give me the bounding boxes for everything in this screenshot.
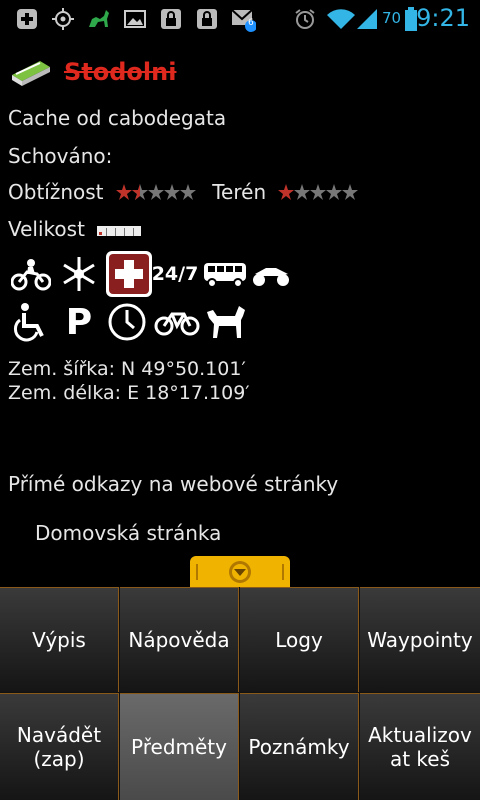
- menu-item-logy[interactable]: Logy: [240, 587, 359, 692]
- snowflake-icon: [58, 253, 100, 295]
- star-icon: [179, 183, 196, 200]
- difficulty-stars: [115, 182, 196, 206]
- home-link[interactable]: Domovská stránka: [35, 521, 221, 545]
- longitude-line: Zem. délka: E 18°17.109′: [8, 382, 250, 404]
- gps-icon: [50, 6, 76, 32]
- star-icon: [115, 183, 132, 200]
- size-indicator: [97, 219, 143, 243]
- star-icon: [147, 183, 164, 200]
- motorcycle-icon: [10, 253, 52, 295]
- menu-handle[interactable]: [190, 556, 290, 588]
- links-heading: Přímé odkazy na webové stránky: [8, 472, 339, 496]
- battery-level: 70: [382, 9, 402, 27]
- status-bar: 6 70 9:21: [0, 0, 480, 38]
- star-icon: [278, 183, 295, 200]
- star-icon: [310, 183, 327, 200]
- alarm-icon: [292, 6, 318, 32]
- menu-item-navadet[interactable]: Navádět (zap): [0, 693, 119, 800]
- animal-icon: [86, 6, 112, 32]
- menu-item-napoveda[interactable]: Nápověda: [120, 587, 239, 692]
- owner-line: Cache od cabodegata: [8, 106, 227, 130]
- difficulty-terrain-row: Obtížnost Terén: [8, 180, 359, 206]
- difficulty-label: Obtížnost: [8, 180, 104, 204]
- bicycle-icon: [154, 301, 200, 343]
- menu-item-poznamky[interactable]: Poznámky: [240, 693, 359, 800]
- lock-icon: [158, 6, 184, 32]
- chevron-down-icon: [196, 561, 284, 583]
- menu-item-vypis[interactable]: Výpis: [0, 587, 119, 692]
- star-icon: [342, 183, 359, 200]
- 24-7-icon: 24/7: [152, 253, 198, 295]
- latitude-line: Zem. šířka: N 49°50.101′: [8, 358, 246, 380]
- menu-item-aktualizovat[interactable]: Aktualizovat keš: [360, 693, 480, 800]
- clock-icon: [106, 301, 148, 343]
- star-icon: [163, 183, 180, 200]
- parking-icon: P: [58, 301, 100, 343]
- star-icon: [326, 183, 343, 200]
- options-menu: Výpis Nápověda Logy Waypointy Navádět (z…: [0, 587, 480, 800]
- cache-header: Stodolni: [10, 52, 176, 92]
- lock-icon: [194, 6, 220, 32]
- size-row: Velikost: [8, 217, 143, 243]
- add-icon: [14, 6, 40, 32]
- cache-type-icon: [10, 53, 52, 91]
- star-icon: [294, 183, 311, 200]
- clock: 9:21: [416, 4, 470, 32]
- terrain-label: Terén: [212, 180, 267, 204]
- menu-item-predmety[interactable]: Předměty: [120, 693, 239, 800]
- bus-icon: [202, 253, 248, 295]
- wifi-icon: [326, 6, 356, 32]
- first-aid-icon: [106, 251, 152, 297]
- signal-icon: [354, 6, 380, 32]
- mail-icon: 6: [230, 6, 256, 32]
- mail-badge: 6: [248, 18, 254, 28]
- size-label: Velikost: [8, 217, 85, 241]
- hidden-label: Schováno:: [8, 144, 113, 168]
- cache-title: Stodolni: [64, 58, 177, 86]
- menu-item-waypointy[interactable]: Waypointy: [360, 587, 480, 692]
- image-icon: [122, 6, 148, 32]
- atv-icon: [250, 253, 292, 295]
- wheelchair-icon: [10, 301, 52, 343]
- dog-icon: [202, 299, 248, 345]
- terrain-stars: [278, 182, 359, 206]
